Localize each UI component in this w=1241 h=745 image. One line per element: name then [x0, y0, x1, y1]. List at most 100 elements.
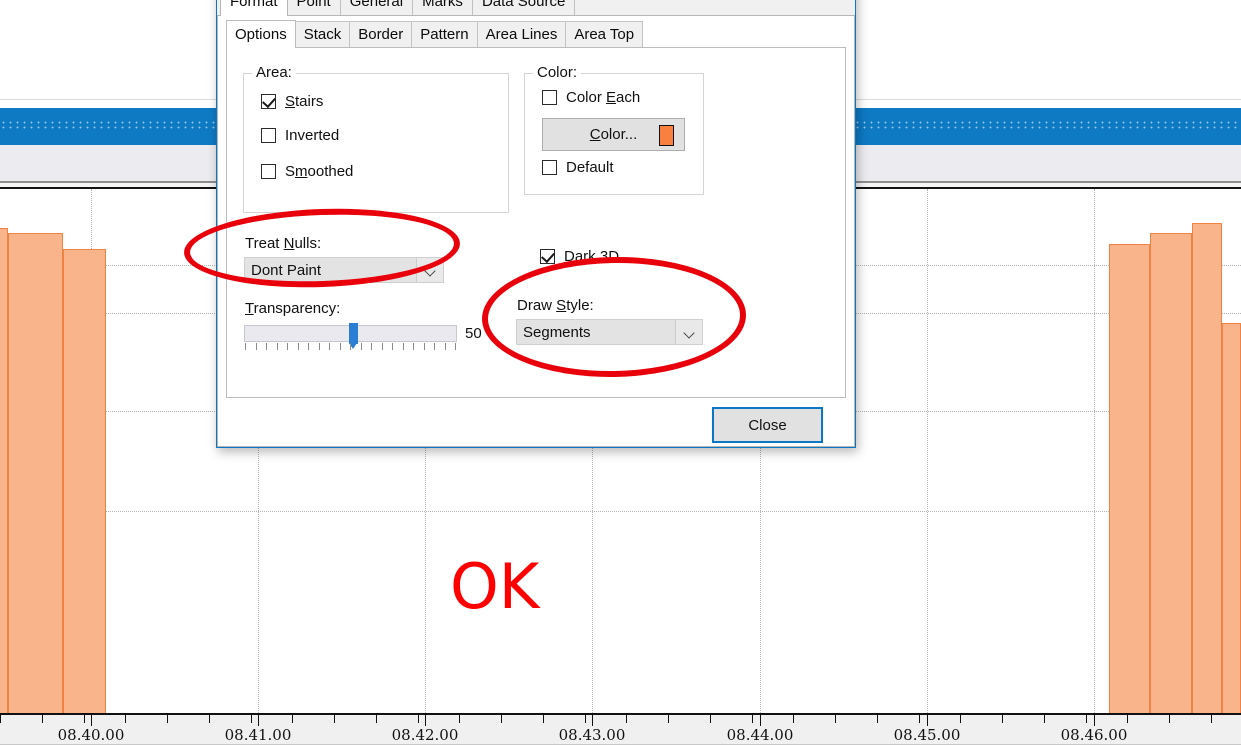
outer-tab-marks[interactable]: Marks: [412, 0, 473, 15]
checkbox-stairs-box[interactable]: [261, 94, 276, 109]
outer-tab-format[interactable]: Format: [220, 0, 288, 16]
axis-tick-minor: [84, 715, 85, 723]
checkbox-inverted-label: Inverted: [285, 127, 340, 144]
chart-area-segment: [1150, 233, 1192, 713]
axis-tick-label: 08.43.00: [558, 726, 626, 744]
transparency-label: Transparency:: [245, 300, 341, 317]
transparency-slider-ticks: [245, 343, 456, 350]
inner-tab-stack[interactable]: Stack: [294, 21, 351, 47]
checkbox-dark-3d-box[interactable]: [540, 249, 555, 264]
chart-area-segment: [1109, 243, 1150, 713]
options-tab-panel: Area: Stairs Inverted Smoothed Color: Co…: [226, 47, 846, 398]
checkbox-default-color-box[interactable]: [542, 160, 557, 175]
axis-tick-major: [91, 715, 92, 726]
chart-gridline-vertical: [927, 189, 928, 713]
inner-tab-area-lines[interactable]: Area Lines: [476, 21, 567, 47]
axis-tick-minor: [292, 715, 293, 723]
axis-tick-label: 08.41.00: [224, 726, 292, 744]
checkbox-smoothed-box[interactable]: [261, 164, 276, 179]
draw-style-label: Draw Style:: [517, 297, 594, 314]
checkbox-inverted-box[interactable]: [261, 128, 276, 143]
axis-tick-minor: [1127, 715, 1128, 723]
axis-tick-minor: [835, 715, 836, 723]
color-group-legend: Color:: [533, 64, 582, 81]
chevron-down-icon: [426, 266, 435, 275]
inner-tab-pattern[interactable]: Pattern: [411, 21, 478, 47]
axis-tick-major: [760, 715, 761, 726]
checkbox-default-color-label: Default: [566, 159, 614, 176]
chart-area-segment: [1222, 322, 1241, 713]
close-button[interactable]: Close: [712, 407, 823, 443]
checkbox-dark-3d[interactable]: Dark 3D: [540, 248, 619, 265]
color-groupbox: Color: Color Each Color... Default: [524, 64, 704, 195]
checkbox-smoothed[interactable]: Smoothed: [261, 163, 353, 180]
color-button[interactable]: Color...: [542, 118, 685, 151]
draw-style-dropdown-button[interactable]: [675, 320, 702, 344]
axis-tick-minor: [543, 715, 544, 723]
outer-tabstrip[interactable]: Format Point General Marks Data Source: [217, 0, 855, 16]
axis-tick-minor: [710, 715, 711, 723]
axis-tick-minor: [209, 715, 210, 723]
close-button-label: Close: [748, 416, 787, 434]
checkbox-default-color[interactable]: Default: [542, 159, 614, 176]
axis-tick-minor: [626, 715, 627, 723]
checkbox-color-each-label: Color Each: [566, 89, 641, 106]
color-swatch: [659, 125, 674, 146]
chart-x-axis: 08.40.00 08.41.00 08.42.00 08.43.00 08.44.00…: [0, 713, 1241, 745]
checkbox-inverted[interactable]: Inverted: [261, 127, 339, 144]
axis-tick-label: 08.44.00: [726, 726, 794, 744]
axis-tick-minor: [1002, 715, 1003, 723]
axis-tick-major: [592, 715, 593, 726]
checkbox-stairs-label: Stairs: [285, 93, 324, 110]
inner-tab-area-top[interactable]: Area Top: [565, 21, 644, 47]
axis-tick-minor: [960, 715, 961, 723]
outer-tab-data-source[interactable]: Data Source: [471, 0, 576, 15]
checkbox-dark-3d-label: Dark 3D: [564, 248, 620, 265]
axis-tick-label: 08.45.00: [893, 726, 961, 744]
outer-tab-point[interactable]: Point: [286, 0, 341, 15]
axis-tick-minor: [1169, 715, 1170, 723]
axis-tick-minor: [251, 715, 252, 723]
axis-tick-minor: [1086, 715, 1087, 723]
inner-tabstrip[interactable]: Options Stack Border Pattern Area Lines Area …: [226, 20, 846, 48]
axis-tick-major: [927, 715, 928, 726]
format-dialog[interactable]: Format Point General Marks Data Source Optio…: [216, 0, 856, 448]
axis-tick-minor: [919, 715, 920, 723]
chart-gridline-vertical: [1094, 189, 1095, 713]
outer-tab-general[interactable]: General: [339, 0, 414, 15]
checkbox-color-each[interactable]: Color Each: [542, 89, 640, 106]
checkbox-stairs[interactable]: Stairs: [261, 93, 323, 110]
axis-tick-label: 08.42.00: [391, 726, 459, 744]
inner-tab-options[interactable]: Options: [226, 20, 296, 48]
checkbox-smoothed-label: Smoothed: [285, 163, 354, 180]
axis-tick-minor: [1211, 715, 1212, 723]
treat-nulls-label: Treat Nulls:: [245, 235, 322, 252]
axis-tick-minor: [418, 715, 419, 723]
chart-area-segment: [8, 233, 63, 713]
chart-area-segment: [63, 249, 106, 713]
inner-tab-border[interactable]: Border: [349, 21, 413, 47]
axis-tick-minor: [1044, 715, 1045, 723]
axis-tick-major: [258, 715, 259, 726]
axis-tick-label: 08.46.00: [1060, 726, 1128, 744]
axis-tick-major: [425, 715, 426, 726]
axis-tick-minor: [752, 715, 753, 723]
transparency-slider-thumb[interactable]: [349, 323, 358, 349]
axis-tick-minor: [125, 715, 126, 723]
area-group-legend: Area:: [252, 64, 296, 81]
checkbox-color-each-box[interactable]: [542, 90, 557, 105]
chevron-down-icon: [685, 328, 694, 337]
axis-tick-minor: [334, 715, 335, 723]
area-groupbox: Area: Stairs Inverted Smoothed: [243, 64, 509, 213]
draw-style-value: Segments: [523, 323, 591, 341]
chart-area-segment: [0, 228, 8, 713]
axis-tick-minor: [585, 715, 586, 723]
color-button-label: Color...: [589, 126, 638, 143]
treat-nulls-dropdown-button[interactable]: [416, 258, 443, 282]
treat-nulls-combo[interactable]: Dont Paint: [244, 257, 444, 283]
axis-tick-minor: [459, 715, 460, 723]
axis-tick-minor: [42, 715, 43, 723]
draw-style-combo[interactable]: Segments: [516, 319, 703, 345]
axis-tick-major: [1094, 715, 1095, 726]
axis-tick-minor: [0, 715, 1, 723]
